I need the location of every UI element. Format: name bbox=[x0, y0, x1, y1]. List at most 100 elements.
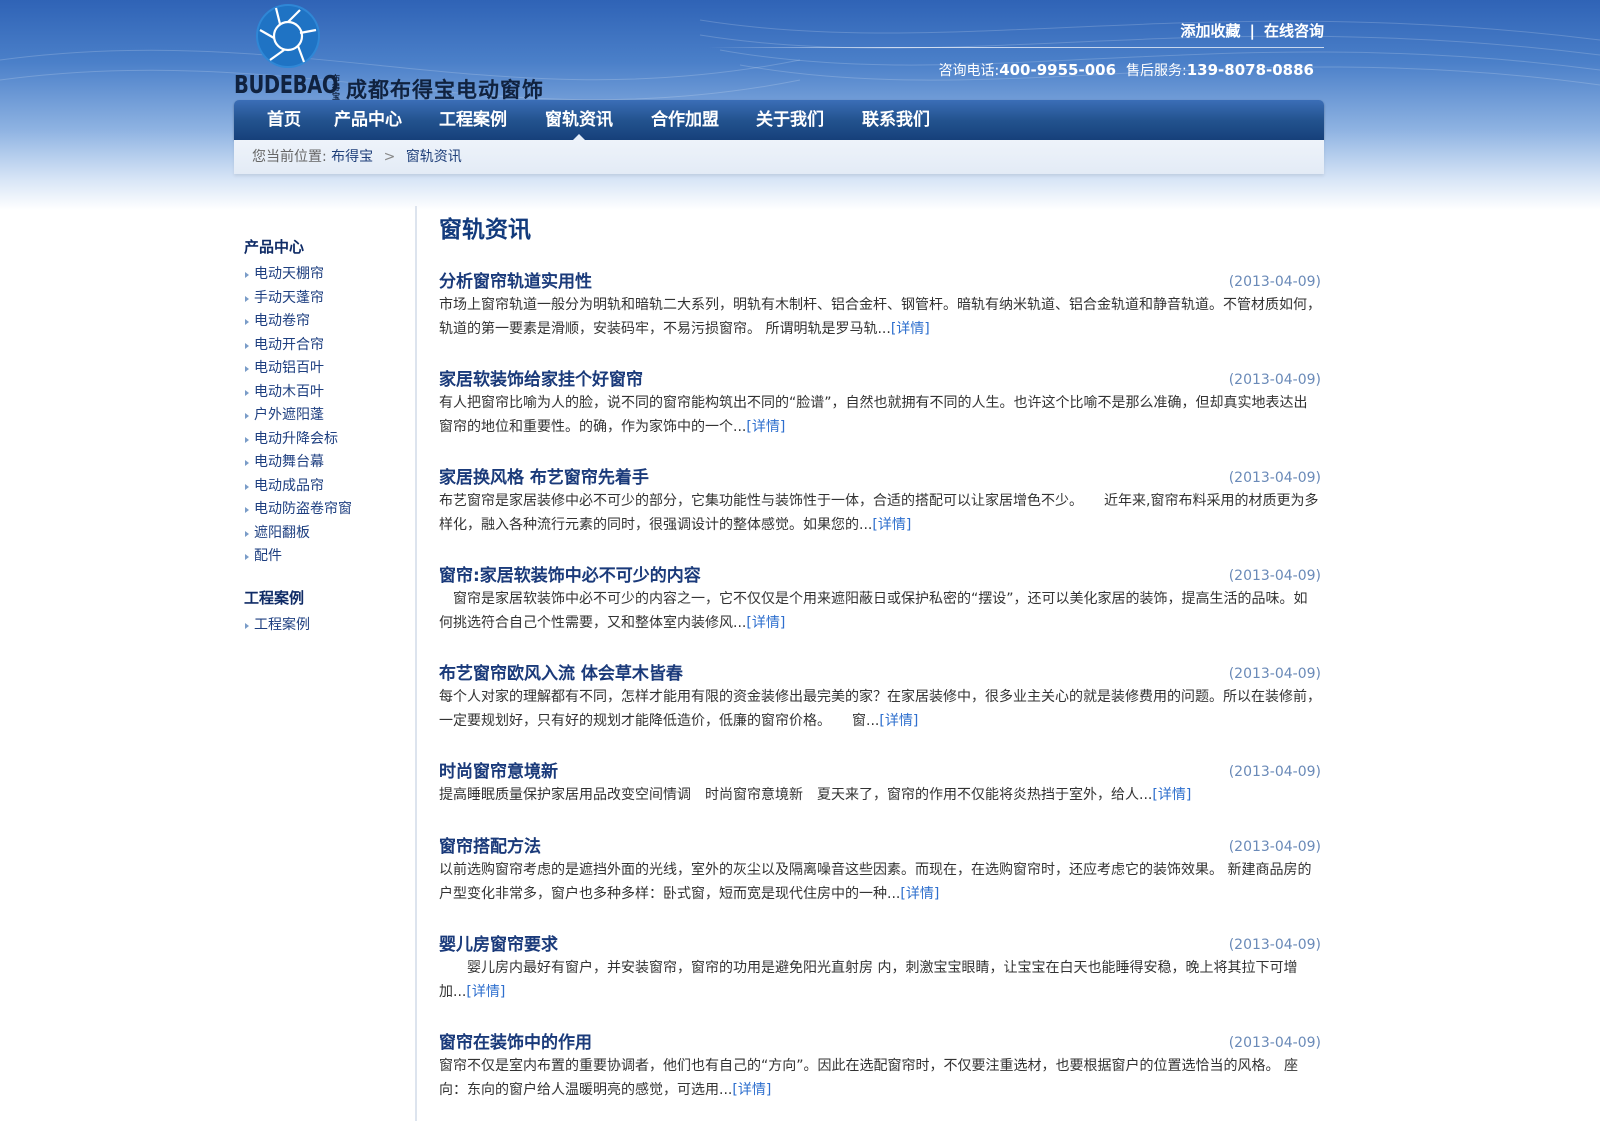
sidebar-item[interactable]: 配件 bbox=[244, 545, 414, 569]
article-date: (2013-04-09) bbox=[1228, 937, 1321, 953]
article-more-link[interactable]: [详情] bbox=[1152, 787, 1191, 803]
article-summary: 婴儿房内最好有窗户，并安装窗帘，窗帘的功用是避免阳光直射房 内，刺激宝宝眼睛，让… bbox=[439, 957, 1321, 1004]
article-date: (2013-04-09) bbox=[1228, 1035, 1321, 1051]
article-date: (2013-04-09) bbox=[1228, 274, 1321, 290]
column-divider bbox=[415, 206, 417, 1121]
article-item: 家居软装饰给家挂个好窗帘 (2013-04-09) 有人把窗帘比喻为人的脸，说不… bbox=[439, 368, 1321, 466]
article-summary: 布艺窗帘是家居装修中必不可少的部分，它集功能性与装饰性于一体，合适的搭配可以让家… bbox=[439, 490, 1321, 537]
article-more-link[interactable]: [详情] bbox=[900, 886, 939, 902]
article-item: 窗帘在装饰中的作用 (2013-04-09) 窗帘不仅是室内布置的重要协调者，他… bbox=[439, 1031, 1321, 1106]
article-date: (2013-04-09) bbox=[1228, 764, 1321, 780]
article-date: (2013-04-09) bbox=[1228, 839, 1321, 855]
article-item: 布艺窗帘欧风入流 体会草木皆春 (2013-04-09) 每个人对家的理解都有不… bbox=[439, 662, 1321, 760]
sidebar-item[interactable]: 电动成品帘 bbox=[244, 475, 414, 499]
breadcrumb-home-link[interactable]: 布得宝 bbox=[331, 149, 373, 165]
sidebar-item[interactable]: 手动天蓬帘 bbox=[244, 287, 414, 311]
article-summary-text: 提高睡眠质量保护家居用品改变空间情调 时尚窗帘意境新 夏天来了，窗帘的作用不仅能… bbox=[439, 787, 1153, 803]
nav-item-home[interactable]: 首页 bbox=[252, 100, 316, 140]
breadcrumb-separator: > bbox=[383, 149, 396, 165]
sidebar-item[interactable]: 电动卷帘 bbox=[244, 310, 414, 334]
article-date: (2013-04-09) bbox=[1228, 666, 1321, 682]
sidebar-item[interactable]: 电动舞台幕 bbox=[244, 451, 414, 475]
article-summary: 市场上窗帘轨道一般分为明轨和暗轨二大系列，明轨有木制杆、铝合金杆、钢管杆。暗轨有… bbox=[439, 294, 1321, 341]
article-title[interactable]: 窗帘:家居软装饰中必不可少的内容 bbox=[439, 564, 1321, 588]
article-item: 分析窗帘轨道实用性 (2013-04-09) 市场上窗帘轨道一般分为明轨和暗轨二… bbox=[439, 270, 1321, 368]
top-links-separator: | bbox=[1249, 22, 1255, 40]
article-item: 窗帘:家居软装饰中必不可少的内容 (2013-04-09) 窗帘是家居软装饰中必… bbox=[439, 564, 1321, 662]
article-title[interactable]: 窗帘在装饰中的作用 bbox=[439, 1031, 1321, 1055]
article-summary-text: 市场上窗帘轨道一般分为明轨和暗轨二大系列，明轨有木制杆、铝合金杆、钢管杆。暗轨有… bbox=[439, 297, 1321, 337]
sidebar-item[interactable]: 遮阳翻板 bbox=[244, 522, 414, 546]
hotline: 咨询电话:400-9955-006 售后服务:139-8078-0886 bbox=[938, 60, 1314, 80]
header-divider-line bbox=[708, 47, 1324, 48]
article-date: (2013-04-09) bbox=[1228, 568, 1321, 584]
article-summary-text: 窗帘不仅是室内布置的重要协调者，他们也有自己的“方向”。因此在选配窗帘时，不仅要… bbox=[439, 1058, 1298, 1098]
sidebar-item[interactable]: 工程案例 bbox=[244, 614, 414, 638]
main-nav: 首页 产品中心 工程案例 窗轨资讯 合作加盟 关于我们 联系我们 bbox=[234, 100, 1324, 140]
article-title[interactable]: 窗帘搭配方法 bbox=[439, 835, 1321, 859]
service-phone-number: 139-8078-0886 bbox=[1186, 61, 1314, 79]
sidebar-item[interactable]: 电动天棚帘 bbox=[244, 263, 414, 287]
article-title[interactable]: 时尚窗帘意境新 bbox=[439, 760, 1321, 784]
page-title: 窗轨资讯 bbox=[439, 217, 531, 243]
main-content: 窗轨资讯 分析窗帘轨道实用性 (2013-04-09) 市场上窗帘轨道一般分为明… bbox=[439, 206, 1321, 1106]
sidebar-item[interactable]: 电动木百叶 bbox=[244, 381, 414, 405]
nav-item-cases[interactable]: 工程案例 bbox=[433, 100, 513, 140]
article-summary: 每个人对家的理解都有不同，怎样才能用有限的资金装修出最完美的家？在家居装修中，很… bbox=[439, 686, 1321, 733]
breadcrumb-prefix: 您当前位置: bbox=[252, 149, 327, 165]
nav-item-contact[interactable]: 联系我们 bbox=[856, 100, 936, 140]
consult-phone-label: 咨询电话: bbox=[938, 63, 1000, 79]
sidebar-item[interactable]: 户外遮阳蓬 bbox=[244, 404, 414, 428]
article-summary: 提高睡眠质量保护家居用品改变空间情调 时尚窗帘意境新 夏天来了，窗帘的作用不仅能… bbox=[439, 784, 1321, 808]
article-more-link[interactable]: [详情] bbox=[746, 419, 785, 435]
add-favorite-link[interactable]: 添加收藏 bbox=[1180, 22, 1240, 40]
article-item: 窗帘搭配方法 (2013-04-09) 以前选购窗帘考虑的是遮挡外面的光线，室外… bbox=[439, 835, 1321, 933]
article-item: 婴儿房窗帘要求 (2013-04-09) 婴儿房内最好有窗户，并安装窗帘，窗帘的… bbox=[439, 933, 1321, 1031]
article-more-link[interactable]: [详情] bbox=[872, 517, 911, 533]
article-summary: 窗帘不仅是室内布置的重要协调者，他们也有自己的“方向”。因此在选配窗帘时，不仅要… bbox=[439, 1055, 1321, 1102]
article-item: 家居换风格 布艺窗帘先着手 (2013-04-09) 布艺窗帘是家居装修中必不可… bbox=[439, 466, 1321, 564]
nav-item-about[interactable]: 关于我们 bbox=[750, 100, 830, 140]
service-phone-label: 售后服务: bbox=[1126, 63, 1187, 79]
sidebar: 产品中心 电动天棚帘 手动天蓬帘 电动卷帘 电动开合帘 电动铝百叶 电动木百叶 … bbox=[244, 236, 414, 655]
online-consult-link[interactable]: 在线咨询 bbox=[1264, 22, 1324, 40]
top-links: 添加收藏 | 在线咨询 bbox=[1180, 20, 1324, 41]
brand-logo-small-text: 布得宝 bbox=[332, 74, 340, 101]
aperture-logo-icon bbox=[256, 4, 320, 68]
article-more-link[interactable]: [详情] bbox=[746, 615, 785, 631]
article-more-link[interactable]: [详情] bbox=[732, 1082, 771, 1098]
article-summary-text: 婴儿房内最好有窗户，并安装窗帘，窗帘的功用是避免阳光直射房 内，刺激宝宝眼睛，让… bbox=[439, 960, 1298, 1000]
article-summary: 以前选购窗帘考虑的是遮挡外面的光线，室外的灰尘以及隔离噪音这些因素。而现在，在选… bbox=[439, 859, 1321, 906]
article-more-link[interactable]: [详情] bbox=[891, 321, 930, 337]
article-title[interactable]: 婴儿房窗帘要求 bbox=[439, 933, 1321, 957]
nav-item-franchise[interactable]: 合作加盟 bbox=[645, 100, 725, 140]
breadcrumb: 您当前位置: 布得宝 > 窗轨资讯 bbox=[234, 140, 1324, 174]
article-summary-text: 以前选购窗帘考虑的是遮挡外面的光线，室外的灰尘以及隔离噪音这些因素。而现在，在选… bbox=[439, 862, 1312, 902]
sidebar-item[interactable]: 电动升降会标 bbox=[244, 428, 414, 452]
article-more-link[interactable]: [详情] bbox=[466, 984, 505, 1000]
sidebar-section-title-products[interactable]: 产品中心 bbox=[244, 236, 414, 257]
article-summary-text: 有人把窗帘比喻为人的脸，说不同的窗帘能构筑出不同的“脸谱”，自然也就拥有不同的人… bbox=[439, 395, 1308, 435]
sidebar-list-products: 电动天棚帘 手动天蓬帘 电动卷帘 电动开合帘 电动铝百叶 电动木百叶 户外遮阳蓬… bbox=[244, 263, 414, 569]
nav-item-products[interactable]: 产品中心 bbox=[328, 100, 408, 140]
article-title[interactable]: 家居软装饰给家挂个好窗帘 bbox=[439, 368, 1321, 392]
article-summary-text: 窗帘是家居软装饰中必不可少的内容之一，它不仅仅是个用来遮阳蔽日或保护私密的“摆设… bbox=[439, 591, 1308, 631]
sidebar-item[interactable]: 电动铝百叶 bbox=[244, 357, 414, 381]
article-title[interactable]: 布艺窗帘欧风入流 体会草木皆春 bbox=[439, 662, 1321, 686]
nav-item-news[interactable]: 窗轨资讯 bbox=[539, 100, 619, 140]
article-more-link[interactable]: [详情] bbox=[879, 713, 918, 729]
sidebar-item[interactable]: 电动防盗卷帘窗 bbox=[244, 498, 414, 522]
article-summary: 窗帘是家居软装饰中必不可少的内容之一，它不仅仅是个用来遮阳蔽日或保护私密的“摆设… bbox=[439, 588, 1321, 635]
sidebar-list-cases: 工程案例 bbox=[244, 614, 414, 638]
article-title[interactable]: 家居换风格 布艺窗帘先着手 bbox=[439, 466, 1321, 490]
article-item: 时尚窗帘意境新 (2013-04-09) 提高睡眠质量保护家居用品改变空间情调 … bbox=[439, 760, 1321, 835]
article-summary: 有人把窗帘比喻为人的脸，说不同的窗帘能构筑出不同的“脸谱”，自然也就拥有不同的人… bbox=[439, 392, 1321, 439]
sidebar-item[interactable]: 电动开合帘 bbox=[244, 334, 414, 358]
article-date: (2013-04-09) bbox=[1228, 372, 1321, 388]
article-title[interactable]: 分析窗帘轨道实用性 bbox=[439, 270, 1321, 294]
article-date: (2013-04-09) bbox=[1228, 470, 1321, 486]
sidebar-section-title-cases[interactable]: 工程案例 bbox=[244, 587, 414, 608]
brand-logo-text: BUDEBAO bbox=[234, 70, 339, 99]
consult-phone-number: 400-9955-006 bbox=[999, 61, 1117, 79]
breadcrumb-current[interactable]: 窗轨资讯 bbox=[406, 149, 462, 165]
